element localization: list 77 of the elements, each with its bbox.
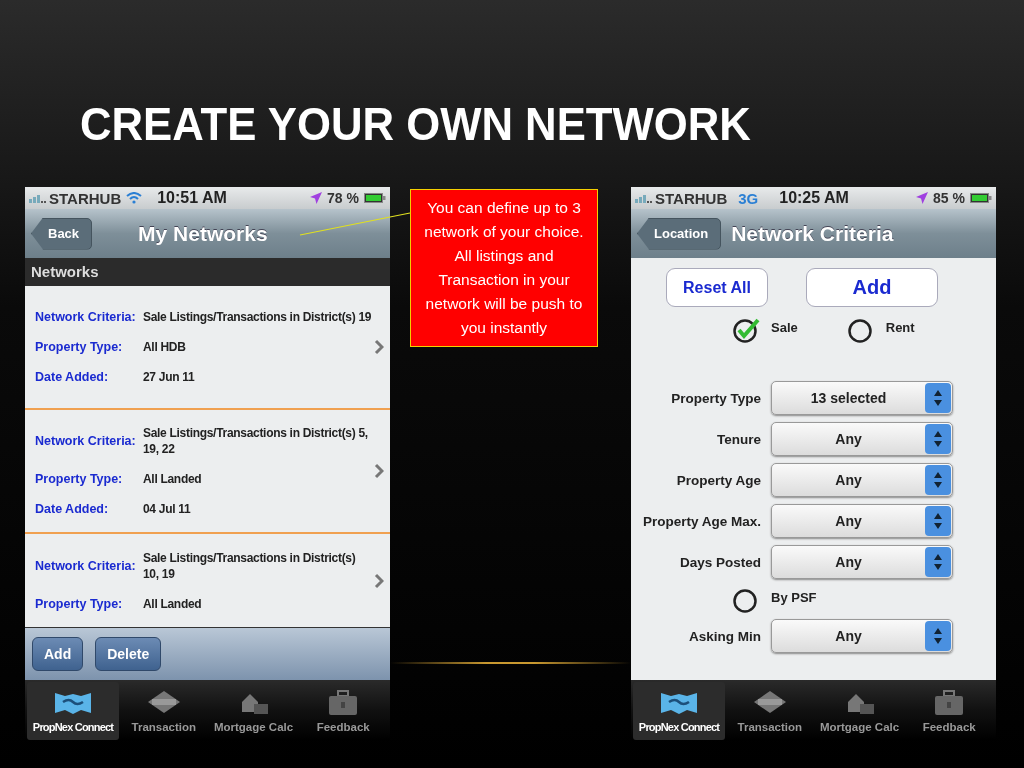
option-label: By PSF: [771, 590, 817, 605]
location-arrow-icon: [310, 192, 323, 204]
option-label: Rent: [885, 320, 915, 335]
filter-label: Days Posted: [678, 553, 761, 571]
network-item[interactable]: Network Criteria: Sale Listings/Transactions in District(s) 10, 19 Property Type: All Landed: [25, 534, 390, 627]
chevron-icon: [374, 463, 384, 479]
chevron-icon: [374, 573, 384, 589]
toolbar-button[interactable]: Add: [32, 637, 84, 671]
screen-title: My Networks: [138, 221, 268, 246]
tab[interactable]: PropNex Connect: [633, 682, 725, 740]
signal-icon: [29, 193, 47, 203]
tab[interactable]: Transaction: [725, 682, 815, 740]
network-item[interactable]: Network Criteria: Sale Listings/Transactions in District(s) 5, 19, 22 Property Type: All Landed Date Added: 04 Jul 11: [25, 410, 390, 534]
stepper-icon: [925, 383, 951, 413]
network-item[interactable]: Network Criteria: Sale Listings/Transactions in District(s) 19 Property Type: All HDB Date Added: 27 Jun 11: [25, 286, 390, 410]
tab[interactable]: Mortgage Calc: [208, 682, 299, 740]
section-header: Networks: [25, 258, 390, 286]
field-label: Property Type:: [35, 340, 124, 354]
field-value: Sale Listings/Transactions in District(s) 5, 19, 22: [143, 425, 369, 457]
stepper-icon: [925, 547, 951, 577]
tab[interactable]: PropNex Connect: [27, 682, 119, 740]
battery-percent: 78 %: [327, 190, 359, 206]
select-field[interactable]: Any: [771, 619, 953, 653]
filter-label: Asking Min: [688, 627, 761, 645]
option-label: Sale: [771, 320, 798, 335]
field-label: Network Criteria:: [35, 559, 137, 573]
field-value: 04 Jul 11: [143, 501, 192, 517]
field-value: Sale Listings/Transactions in District(s) 19: [143, 309, 372, 325]
slide-title: CREATE YOUR OWN NETWORK: [80, 97, 752, 152]
battery-icon: [970, 193, 992, 203]
wifi-icon: [126, 192, 143, 204]
field-label: Property Type:: [35, 472, 124, 486]
field-label: Network Criteria:: [35, 310, 137, 324]
field-value: All HDB: [143, 339, 187, 355]
filter-label: Property Age: [675, 471, 761, 489]
field-value: 27 Jun 11: [143, 369, 196, 385]
field-label: Property Type:: [35, 597, 124, 611]
screen-title: Network Criteria: [731, 221, 894, 246]
back-button[interactable]: Location: [637, 217, 722, 250]
form-button[interactable]: Reset All: [666, 268, 768, 307]
filter-label: Property Age Max.: [641, 512, 761, 530]
stepper-icon: [925, 506, 951, 536]
field-label: Date Added:: [35, 370, 110, 384]
filter-label: Tenure: [716, 430, 761, 448]
field-value: All Landed: [143, 596, 203, 612]
back-button[interactable]: Back: [31, 217, 93, 250]
carrier-name: STARHUB: [49, 189, 122, 207]
select-field[interactable]: Any: [771, 504, 953, 538]
form-button[interactable]: Add: [806, 268, 938, 307]
battery-percent: 85 %: [933, 190, 965, 206]
chevron-icon: [374, 339, 384, 355]
clock-time: 10:25 AM: [779, 189, 849, 207]
carrier-name: STARHUB: [655, 189, 728, 207]
callout-note: You can define up to 3 network of your choice. All listings and Transaction in your network will be push to you instantly: [410, 189, 598, 347]
stepper-icon: [925, 621, 951, 651]
checked-radio-icon[interactable]: [733, 317, 761, 343]
select-field[interactable]: Any: [771, 545, 953, 579]
field-value: Sale Listings/Transactions in District(s) 10, 19: [143, 550, 357, 582]
tab[interactable]: Mortgage Calc: [814, 682, 905, 740]
network-type: 3G: [738, 189, 759, 207]
location-arrow-icon: [916, 192, 929, 204]
battery-icon: [364, 193, 386, 203]
toolbar-button[interactable]: Delete: [95, 637, 162, 671]
field-label: Network Criteria:: [35, 434, 137, 448]
tab[interactable]: Feedback: [298, 682, 388, 740]
tab[interactable]: Transaction: [119, 682, 209, 740]
tab[interactable]: Feedback: [904, 682, 994, 740]
field-value: All Landed: [143, 471, 203, 487]
stepper-icon: [925, 465, 951, 495]
select-field[interactable]: 13 selected: [771, 381, 953, 415]
stepper-icon: [925, 424, 951, 454]
clock-time: 10:51 AM: [157, 189, 227, 207]
select-field[interactable]: Any: [771, 422, 953, 456]
signal-icon: [635, 193, 653, 203]
field-label: Date Added:: [35, 502, 110, 516]
filter-label: Property Type: [670, 389, 761, 407]
select-field[interactable]: Any: [771, 463, 953, 497]
